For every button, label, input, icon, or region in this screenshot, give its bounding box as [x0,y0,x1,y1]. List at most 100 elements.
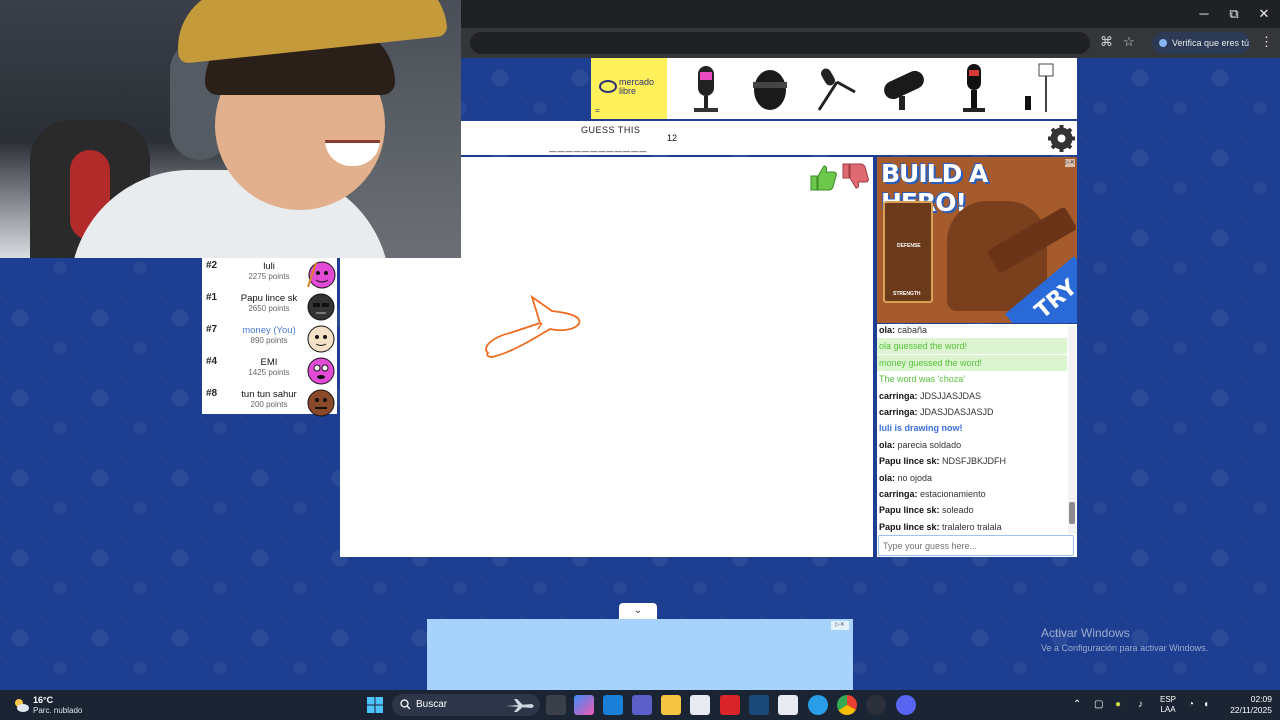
chrome-icon[interactable] [837,695,857,715]
microphone-product-icon[interactable] [679,62,733,116]
chat-message: Papu lince sk: NDSFJBKJDFH [877,453,1067,469]
microphone-arm-product-icon[interactable] [811,62,865,116]
microphone-icon[interactable]: ♪ [1138,699,1143,710]
wifi-icon[interactable]: ◔ [1188,699,1194,710]
address-bar[interactable] [470,32,1090,54]
guess-label: GUESS THIS [581,125,641,135]
discord-icon[interactable] [896,695,916,715]
cloud-sun-icon[interactable] [12,696,30,714]
tray-app-icon[interactable]: ▢ [1094,699,1103,710]
guess-input[interactable] [878,535,1074,556]
chat-text: JDSJJASJDAS [920,390,982,401]
windows-start-icon[interactable] [366,696,384,714]
player-points: 200 points [250,400,288,409]
profile-icon [1159,39,1167,47]
word-hint-blanks: ____________ [549,141,648,155]
steam-icon[interactable] [749,695,769,715]
chat-username: Papu lince sk: [879,505,940,516]
chat-text: NDSFJBKJDFH [942,456,1007,467]
bookmark-star-icon[interactable]: ☆ [1123,34,1135,50]
thumbs-down-icon[interactable] [839,162,869,192]
player-points: 1425 points [248,368,290,377]
wps-icon[interactable] [720,695,740,715]
weather-temperature[interactable]: 16°C [33,695,53,705]
teams-icon[interactable] [632,695,652,715]
mercado-libre-logo[interactable]: mercado libre = [591,58,667,119]
microphone-product-icon[interactable] [947,62,1001,116]
language-indicator[interactable]: ESP LAA [1160,695,1176,715]
chevron-down-icon: ⌄ [633,605,643,616]
chat-message: Papu lince sk: soleado [877,502,1067,518]
menu-kebab-icon[interactable]: ⋮ [1260,34,1273,50]
letter-count: 12 [667,133,678,143]
obs-icon[interactable] [866,695,886,715]
app-icon[interactable] [778,695,798,715]
chat-message: luli is drawing now! [877,420,1067,436]
chat-text: JDASJDASJASJD [920,407,994,417]
minimize-button[interactable]: ─ [1189,6,1219,21]
player-row[interactable]: #2 luli 2275 points [202,258,337,290]
chat-username: carringa: [879,407,918,417]
volume-icon[interactable]: ◖ [1203,699,1209,710]
chevron-up-icon[interactable]: ⌃ [1073,699,1081,710]
store-icon[interactable] [690,695,710,715]
chat-message: ola: cabaña [877,322,1067,338]
keyboard-layout: LAA [1160,705,1176,714]
watermark-title: Activar Windows [1041,626,1130,640]
chat-username: ola: [879,472,896,483]
chat-text: The word was 'choza' [879,374,965,385]
thumbs-up-icon[interactable] [807,162,837,192]
ad-choices-icon[interactable]: ▷✕ [831,621,849,630]
copilot-icon[interactable] [574,695,594,715]
chat-panel: ola: cabaña ola guessed the word! money gu… [877,324,1077,557]
player-row[interactable]: #4 EMI 1425 points [202,354,337,386]
microphone-product-icon[interactable] [877,62,931,116]
avatar [307,293,335,321]
chat-text: parecia soldado [897,439,962,450]
gear-icon[interactable] [1047,124,1076,153]
verify-profile-button[interactable]: Verifica que eres tú [1152,32,1250,54]
brand-menu-glyph: = [595,106,600,115]
player-list: #2 luli 2275 points #1 Papu lince sk 265… [202,258,337,417]
maximize-button[interactable]: ⧉ [1219,6,1249,22]
chat-message: The word was 'choza' [877,371,1067,387]
chat-username: ola: [879,325,896,335]
translate-icon[interactable]: ⌘ [1100,34,1113,50]
clock-time: 02:09 [1250,694,1272,704]
light-stand-product-icon[interactable] [1019,62,1073,116]
bottom-ad-banner[interactable]: ▷✕ [427,619,853,690]
player-row[interactable]: #7 money (You) 890 points [202,322,337,354]
chat-username: carringa: [879,390,918,401]
file-explorer-icon[interactable] [661,695,681,715]
microphone-product-icon[interactable] [743,62,797,116]
chat-text: soleado [942,505,974,516]
chat-username: ola: [879,439,896,450]
taskbar-search[interactable]: Buscar [392,694,540,716]
outlook-icon[interactable] [603,695,623,715]
defense-label: DEFENSE [897,243,921,249]
tray-app-icon[interactable]: ● [1115,699,1121,710]
player-row[interactable]: #8 tun tun sahur 200 points [202,386,337,418]
player-rank: #8 [206,388,218,399]
chat-text: tralalero tralala [942,521,1002,532]
side-ad-build-a-hero[interactable]: BUILD A HERO! DEFENSE STRENGTH TRY ▷✕ [877,157,1077,323]
scrollbar-thumb[interactable] [1069,502,1075,524]
webcam-overlay [0,0,461,258]
ad-choices-icon[interactable]: ▷✕ [1065,159,1075,167]
player-row[interactable]: #1 Papu lince sk 2650 points [202,290,337,322]
collapse-ad-button[interactable]: ⌄ [619,603,657,619]
weather-description[interactable]: Parc. nublado [33,706,82,715]
avatar [307,325,335,353]
top-ad-banner[interactable]: mercado libre = [591,58,1077,119]
chat-username: Papu lince sk: [879,456,940,467]
edge-icon[interactable] [808,695,828,715]
search-label: Buscar [416,699,448,710]
strength-label: STRENGTH [893,291,921,297]
chat-username: carringa: [879,489,918,499]
chat-message: Papu lince sk: tralalero tralala [877,519,1067,535]
chat-scrollbar[interactable] [1068,326,1076,534]
taskbar-clock[interactable]: 02:09 22/11/2025 [1222,694,1272,716]
close-button[interactable]: ✕ [1249,6,1279,22]
task-view-icon[interactable] [546,695,566,715]
search-icon [400,699,411,710]
